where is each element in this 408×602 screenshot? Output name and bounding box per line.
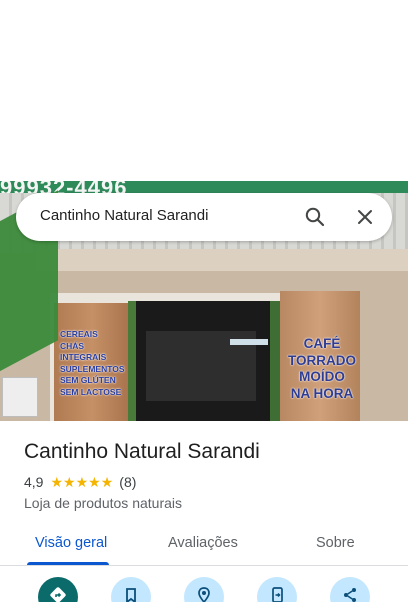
photo-cafe-line: NA HORA <box>290 385 354 401</box>
photo-left-list-item: CHÁS <box>60 340 85 351</box>
save-icon <box>126 588 136 602</box>
nearby-button[interactable] <box>184 577 224 602</box>
review-count[interactable]: (8) <box>119 474 136 490</box>
tab-about[interactable]: Sobre <box>316 535 355 551</box>
place-tabs: Visão geral Avaliações Sobre <box>0 525 408 565</box>
photo-doorway-light <box>230 339 268 345</box>
photo-left-list: CEREAIS CHÁS INTEGRAIS SUPLEMENTOS SEM G… <box>60 329 130 398</box>
rating-stars: ★ ★ ★ ★ ★ <box>50 475 113 489</box>
photo-left-list-item: SEM GLÚTEN <box>60 375 116 385</box>
photo-left-list-item: SEM LACTOSE <box>60 386 122 397</box>
photo-left-list-item: INTEGRAIS <box>60 352 107 362</box>
map-area-blank <box>0 0 408 181</box>
star-icon: ★ <box>88 474 101 490</box>
action-buttons-row <box>0 577 408 602</box>
photo-cafe-line: TORRADO <box>287 352 356 368</box>
photo-doorway <box>136 301 270 421</box>
tab-overview[interactable]: Visão geral <box>35 535 107 551</box>
photo-cafe-sign: CAFÉ TORRADO MOÍDO NA HORA <box>282 336 362 402</box>
star-icon: ★ <box>100 474 114 490</box>
close-icon[interactable] <box>353 205 377 229</box>
place-title: Cantinho Natural Sarandi <box>24 440 260 463</box>
share-icon <box>344 588 356 602</box>
send-to-phone-icon <box>272 587 283 602</box>
tabs-divider <box>0 565 408 566</box>
photo-cafe-line: MOÍDO <box>299 369 345 384</box>
search-icon[interactable] <box>303 205 327 229</box>
photo-soffit <box>36 249 408 271</box>
star-icon: ★ <box>75 474 89 490</box>
photo-cafe-line: CAFÉ <box>303 336 341 351</box>
place-category[interactable]: Loja de produtos naturais <box>24 495 182 511</box>
send-to-phone-button[interactable] <box>257 577 297 602</box>
tab-reviews[interactable]: Avaliações <box>168 535 238 551</box>
nearby-icon <box>198 587 210 602</box>
share-button[interactable] <box>330 577 370 602</box>
photo-meter-box <box>2 377 38 417</box>
photo-left-list-item: SUPLEMENTOS <box>60 363 125 374</box>
star-icon: ★ <box>50 474 64 490</box>
rating-row[interactable]: 4,9 ★ ★ ★ ★ ★ (8) <box>24 474 136 490</box>
save-button[interactable] <box>111 577 151 602</box>
star-icon: ★ <box>63 474 76 490</box>
directions-button[interactable] <box>38 577 78 602</box>
directions-icon <box>50 587 66 602</box>
photo-sign-phone-text: 99932-4496 <box>0 181 128 200</box>
place-info-panel: Cantinho Natural Sarandi 4,9 ★ ★ ★ ★ ★ (… <box>0 421 408 602</box>
search-query-text[interactable]: Cantinho Natural Sarandi <box>40 207 208 224</box>
search-bar[interactable]: Cantinho Natural Sarandi <box>16 193 392 241</box>
photo-left-list-item: CEREAIS <box>60 329 98 339</box>
rating-value: 4,9 <box>24 474 44 490</box>
